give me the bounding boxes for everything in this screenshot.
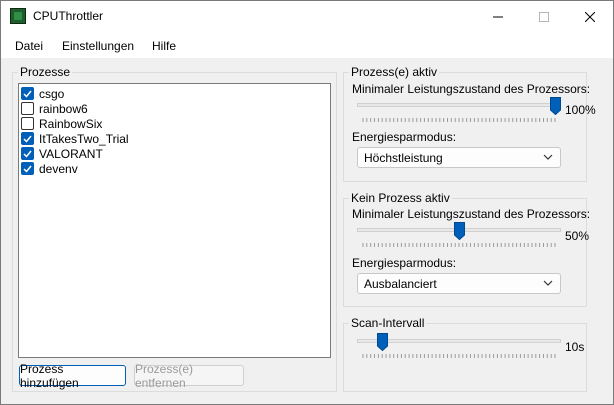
slider-ticks <box>362 354 556 358</box>
active-power-mode-select[interactable]: Höchstleistung <box>357 147 561 168</box>
inactive-legend: Kein Prozess aktiv <box>351 191 450 205</box>
inactive-power-mode-select[interactable]: Ausbalanciert <box>357 273 561 294</box>
inactive-min-state-value: 50% <box>565 229 590 243</box>
process-name: devenv <box>39 161 78 176</box>
check-icon <box>23 165 32 173</box>
processes-legend: Prozesse <box>20 65 71 79</box>
minimize-button[interactable] <box>475 1 521 32</box>
minimize-icon <box>493 16 503 17</box>
menu-help[interactable]: Hilfe <box>152 39 176 53</box>
inactive-min-state-slider[interactable] <box>357 222 561 248</box>
check-icon <box>23 150 32 158</box>
main-window: CPUThrottler Datei Einstellungen Hilfe P… <box>0 0 614 405</box>
check-icon <box>23 90 32 98</box>
process-name: RainbowSix <box>39 116 103 131</box>
maximize-icon <box>539 11 549 22</box>
process-name: csgo <box>39 86 65 101</box>
chevron-down-icon <box>543 154 553 160</box>
list-item[interactable]: devenv <box>21 161 321 176</box>
process-name: rainbow6 <box>39 101 88 116</box>
menu-file[interactable]: Datei <box>15 39 43 53</box>
checkbox[interactable] <box>21 132 34 145</box>
checkbox[interactable] <box>21 117 34 130</box>
slider-ticks <box>362 243 556 247</box>
slider-thumb[interactable] <box>454 222 465 240</box>
menu-settings[interactable]: Einstellungen <box>62 39 134 53</box>
close-icon <box>585 11 595 22</box>
scan-interval-legend: Scan-Intervall <box>351 316 425 330</box>
checkbox[interactable] <box>21 162 34 175</box>
add-process-button[interactable]: Prozess hinzufügen <box>19 362 126 390</box>
active-min-state-label: Minimaler Leistungszustand des Prozessor… <box>352 82 591 96</box>
checkbox[interactable] <box>21 102 34 115</box>
active-legend: Prozess(e) aktiv <box>351 65 438 79</box>
list-item[interactable]: VALORANT <box>21 146 321 161</box>
list-item[interactable]: rainbow6 <box>21 101 321 116</box>
list-item[interactable]: RainbowSix <box>21 116 321 131</box>
slider-track[interactable] <box>357 103 561 107</box>
close-button[interactable] <box>567 1 613 32</box>
slider-thumb[interactable] <box>377 333 389 351</box>
chevron-down-icon <box>543 280 553 286</box>
menu-bar: Datei Einstellungen Hilfe <box>1 32 613 59</box>
window-title: CPUThrottler <box>33 9 104 23</box>
inactive-power-mode-value: Ausbalanciert <box>364 276 437 291</box>
maximize-button[interactable] <box>521 1 567 32</box>
checkbox[interactable] <box>21 147 34 160</box>
active-min-state-slider[interactable] <box>357 97 561 123</box>
app-chip-icon <box>10 8 26 24</box>
scan-interval-value: 10s <box>565 340 585 354</box>
scan-interval-slider[interactable] <box>357 333 561 359</box>
remove-process-button[interactable]: Prozess(e) entfernen <box>134 362 244 390</box>
title-bar[interactable]: CPUThrottler <box>1 1 613 32</box>
list-item[interactable]: csgo <box>21 86 321 101</box>
check-icon <box>23 135 32 143</box>
active-min-state-value: 100% <box>565 103 596 117</box>
process-name: ItTakesTwo_Trial <box>39 131 129 146</box>
list-item[interactable]: ItTakesTwo_Trial <box>21 131 321 146</box>
slider-ticks <box>362 118 556 122</box>
active-power-mode-value: Höchstleistung <box>364 150 443 165</box>
process-list[interactable]: csgo rainbow6 RainbowSix ItTakesTwo_Tria… <box>18 83 331 358</box>
active-power-mode-label: Energiesparmodus: <box>352 130 457 144</box>
checkbox[interactable] <box>21 87 34 100</box>
process-name: VALORANT <box>39 146 103 161</box>
inactive-min-state-label: Minimaler Leistungszustand des Prozessor… <box>352 207 591 221</box>
slider-thumb[interactable] <box>550 97 561 115</box>
inactive-power-mode-label: Energiesparmodus: <box>352 256 457 270</box>
